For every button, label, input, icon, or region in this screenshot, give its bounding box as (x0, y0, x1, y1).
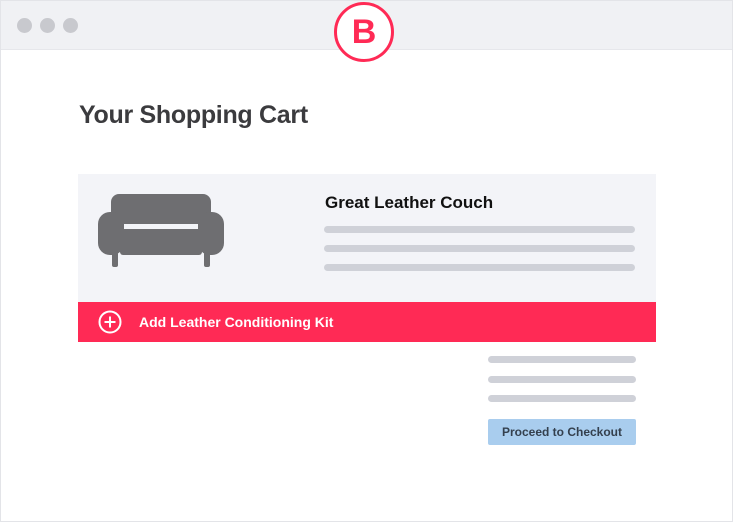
product-description-line-2 (324, 245, 635, 252)
order-summary-line-2 (488, 376, 636, 383)
couch-icon (98, 194, 224, 267)
add-conditioning-kit-button[interactable]: Add Leather Conditioning Kit (78, 302, 656, 342)
product-description-line-3 (324, 264, 635, 271)
window-dot-3[interactable] (63, 18, 78, 33)
window-dot-2[interactable] (40, 18, 55, 33)
browser-window: B Your Shopping Cart Great Leather Couch… (0, 0, 733, 522)
upsell-label: Add Leather Conditioning Kit (139, 314, 334, 330)
proceed-to-checkout-button[interactable]: Proceed to Checkout (488, 419, 636, 445)
page-title: Your Shopping Cart (79, 101, 308, 129)
cart-item-card: Great Leather Couch (78, 174, 656, 302)
product-name[interactable]: Great Leather Couch (325, 193, 493, 213)
order-summary-line-3 (488, 395, 636, 402)
variant-badge: B (334, 2, 394, 62)
plus-circle-icon (98, 310, 122, 334)
product-description-line-1 (324, 226, 635, 233)
order-summary-line-1 (488, 356, 636, 363)
window-dot-1[interactable] (17, 18, 32, 33)
